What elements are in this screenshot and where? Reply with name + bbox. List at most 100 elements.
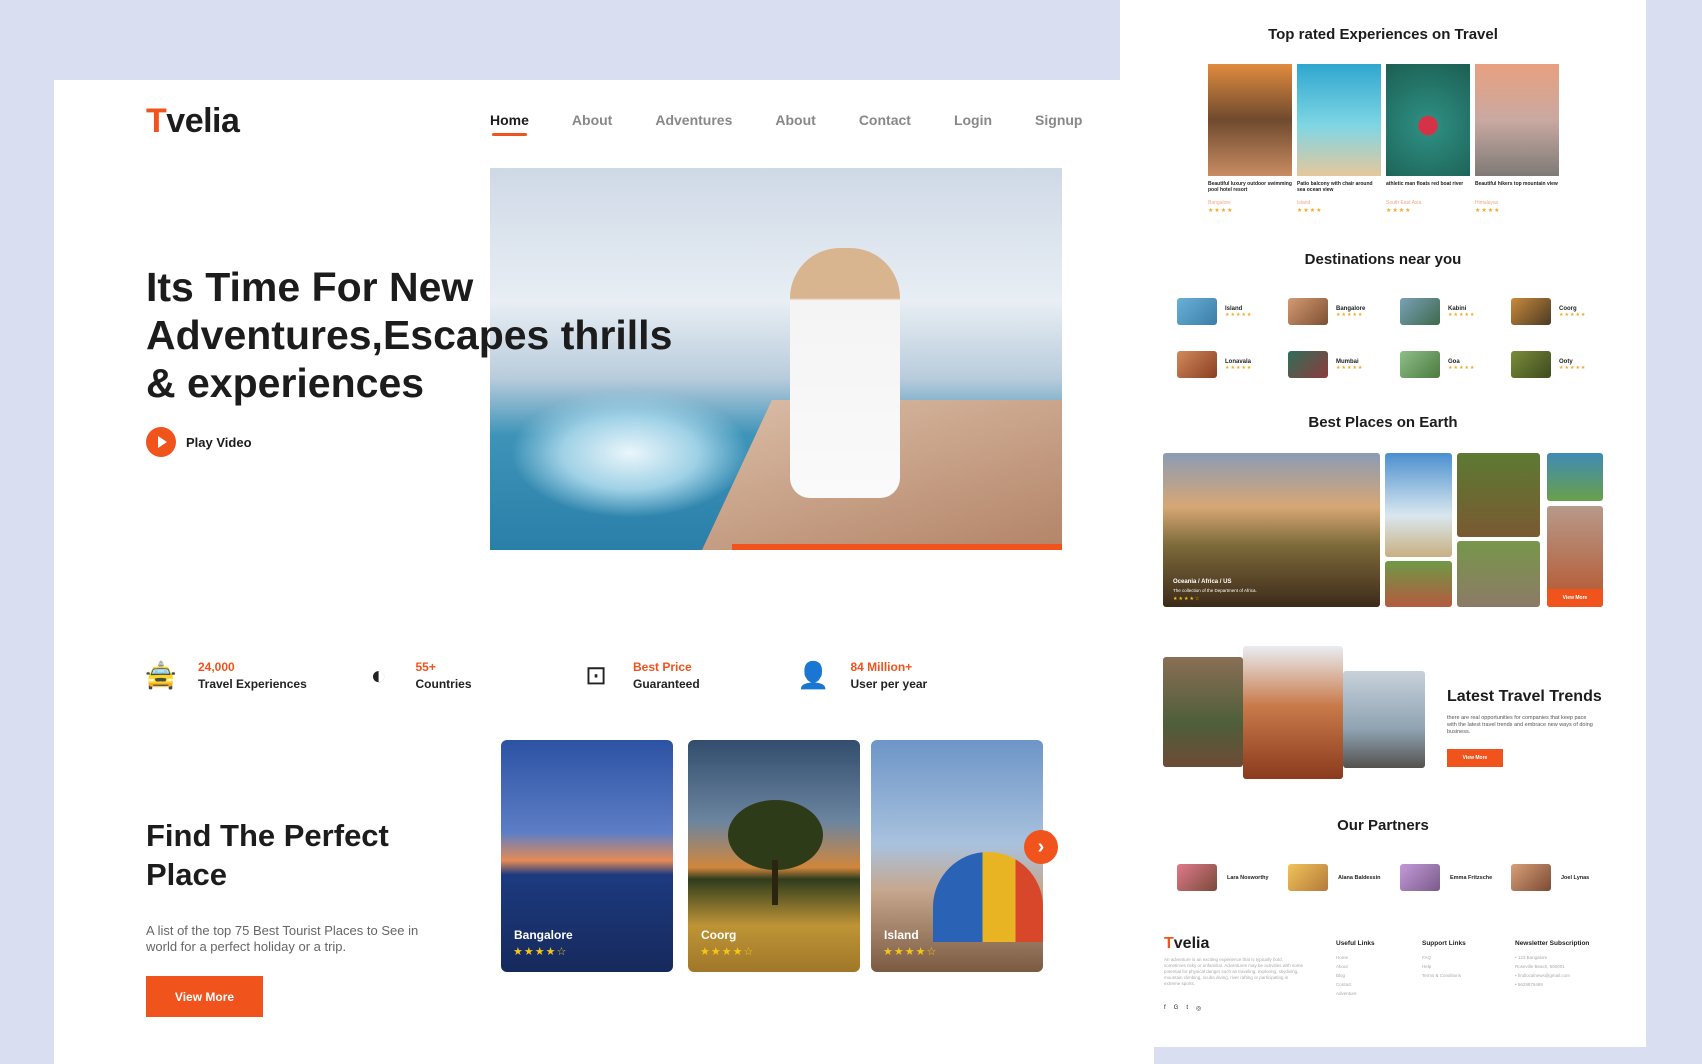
best-place-caption: Oceania / Africa / US — [1173, 579, 1232, 585]
nav-contact[interactable]: Contact — [859, 112, 911, 128]
footer-email[interactable]: • findlocalnews@gmail.com — [1515, 971, 1589, 980]
footer-link[interactable]: Contact — [1336, 980, 1375, 989]
stat-label: Travel Experiences — [198, 677, 307, 691]
tree-trunk — [772, 860, 778, 905]
play-video-label: Play Video — [186, 434, 252, 450]
destinations-title: Destinations near you — [1304, 251, 1462, 268]
best-place-image[interactable] — [1457, 541, 1540, 607]
top-rated-caption: Patio balcony with chair around sea ocea… — [1297, 181, 1373, 193]
footer-heading: Newsletter Subscription — [1515, 940, 1590, 947]
chevron-right-icon[interactable]: › — [1024, 830, 1058, 864]
top-rated-image[interactable] — [1297, 64, 1381, 176]
place-card-bangalore[interactable]: Bangalore ★★★★☆ — [501, 740, 673, 972]
partner-name: Alana Baldessin — [1338, 874, 1381, 881]
destination-stars: ★★★★★ — [1225, 311, 1253, 318]
trends-view-more-button[interactable]: View More — [1447, 749, 1503, 767]
nav-about-2[interactable]: About — [775, 112, 815, 128]
avatar — [1177, 864, 1217, 891]
globe-icon: ◐ — [370, 660, 387, 690]
destination-item[interactable]: Mumbai ★★★★★ — [1288, 351, 1363, 378]
top-rated-place: South East Asia — [1386, 200, 1422, 206]
partner-item[interactable]: Joel Lynas — [1511, 864, 1589, 891]
destination-stars: ★★★★★ — [1559, 311, 1587, 318]
footer-description: An adventure is an exciting experience t… — [1164, 957, 1304, 986]
avatar — [1511, 864, 1551, 891]
facebook-icon[interactable]: f — [1164, 1005, 1166, 1012]
brand-logo[interactable]: Tvelia — [146, 102, 240, 141]
destination-item[interactable]: Island ★★★★★ — [1177, 298, 1252, 325]
best-place-image[interactable] — [1385, 453, 1452, 557]
destination-item[interactable]: Bangalore ★★★★★ — [1288, 298, 1365, 325]
best-places-title: Best Places on Earth — [1308, 414, 1458, 431]
footer-link[interactable]: About — [1336, 962, 1375, 971]
place-card-island[interactable]: Island ★★★★☆ — [871, 740, 1043, 972]
footer-link[interactable]: Home — [1336, 953, 1375, 962]
partner-item[interactable]: Emma Fritzsche — [1400, 864, 1492, 891]
destination-thumb — [1400, 351, 1440, 378]
footer-link[interactable]: FAQ — [1422, 953, 1466, 962]
top-rated-image[interactable] — [1208, 64, 1292, 176]
view-more-button[interactable]: View More — [146, 976, 263, 1017]
footer-link[interactable]: Adventure — [1336, 989, 1375, 998]
stat-value: 24,000 — [198, 660, 235, 674]
destination-item[interactable]: Lonavala ★★★★★ — [1177, 351, 1252, 378]
destination-thumb — [1177, 351, 1217, 378]
nav-home[interactable]: Home — [490, 112, 529, 136]
play-video-button[interactable]: Play Video — [146, 427, 252, 457]
best-place-main-image[interactable]: Oceania / Africa / US The collection of … — [1163, 453, 1380, 607]
avatar — [1288, 864, 1328, 891]
tent-shape — [933, 852, 1043, 942]
stat-label: Guaranteed — [633, 677, 700, 691]
destination-item[interactable]: Coorg ★★★★★ — [1511, 298, 1586, 325]
nav-signup[interactable]: Signup — [1035, 112, 1082, 128]
trend-image[interactable] — [1163, 657, 1243, 767]
logo-text: velia — [1173, 935, 1210, 952]
top-rated-title: Top rated Experiences on Travel — [1268, 26, 1498, 43]
partner-item[interactable]: Lara Nosworthy — [1177, 864, 1269, 891]
best-place-image[interactable] — [1385, 561, 1452, 607]
main-nav: Home About Adventures About Contact Logi… — [490, 112, 1082, 136]
place-card-coorg[interactable]: Coorg ★★★★☆ — [688, 740, 860, 972]
top-rated-image[interactable] — [1386, 64, 1470, 176]
best-place-image[interactable] — [1547, 453, 1603, 501]
footer-logo[interactable]: Tvelia — [1164, 935, 1209, 953]
top-rated-stars: ★★★★ — [1386, 208, 1412, 214]
footer-link[interactable]: Blog — [1336, 971, 1375, 980]
social-links: f G t ◎ — [1164, 1005, 1201, 1012]
best-place-image[interactable] — [1457, 453, 1540, 537]
footer-link[interactable]: Terms & Conditions — [1422, 971, 1466, 980]
instagram-icon[interactable]: ◎ — [1196, 1005, 1201, 1012]
destination-item[interactable]: Ooty ★★★★★ — [1511, 351, 1586, 378]
card-rating: ★★★★☆ — [700, 946, 755, 958]
google-icon[interactable]: G — [1174, 1005, 1179, 1012]
destination-item[interactable]: Kabini ★★★★★ — [1400, 298, 1475, 325]
nav-login[interactable]: Login — [954, 112, 992, 128]
top-rated-stars: ★★★★ — [1208, 208, 1234, 214]
top-rated-stars: ★★★★ — [1297, 208, 1323, 214]
best-places-view-more-button[interactable]: View More — [1547, 589, 1603, 607]
footer-link[interactable]: Help — [1422, 962, 1466, 971]
stat-value: Best Price — [633, 660, 692, 674]
footer-heading: Useful Links — [1336, 940, 1375, 947]
nav-about[interactable]: About — [572, 112, 612, 128]
trend-image[interactable] — [1343, 671, 1425, 768]
page-preview-column: Top rated Experiences on Travel Beautifu… — [1120, 0, 1646, 1047]
top-rated-image[interactable] — [1475, 64, 1559, 176]
trend-image[interactable] — [1243, 646, 1343, 779]
water-splash — [510, 388, 750, 518]
destination-item[interactable]: Goa ★★★★★ — [1400, 351, 1475, 378]
nav-adventures[interactable]: Adventures — [655, 112, 732, 128]
footer-useful-links: Useful Links Home About Blog Contact Adv… — [1336, 940, 1375, 998]
partners-title: Our Partners — [1337, 817, 1429, 834]
destination-stars: ★★★★★ — [1559, 364, 1587, 371]
logo-text: velia — [166, 102, 240, 140]
card-title: Coorg — [701, 928, 737, 942]
best-place-image[interactable]: View More — [1547, 506, 1603, 607]
stat-price: ⊡ Best Price Guaranteed — [581, 660, 799, 691]
hero-title: Its Time For New Adventures,Escapes thri… — [146, 264, 673, 406]
destination-thumb — [1288, 351, 1328, 378]
stat-value: 55+ — [415, 660, 436, 674]
footer-phone: • 5629876489 — [1515, 982, 1543, 987]
twitter-icon[interactable]: t — [1186, 1005, 1188, 1012]
partner-item[interactable]: Alana Baldessin — [1288, 864, 1381, 891]
